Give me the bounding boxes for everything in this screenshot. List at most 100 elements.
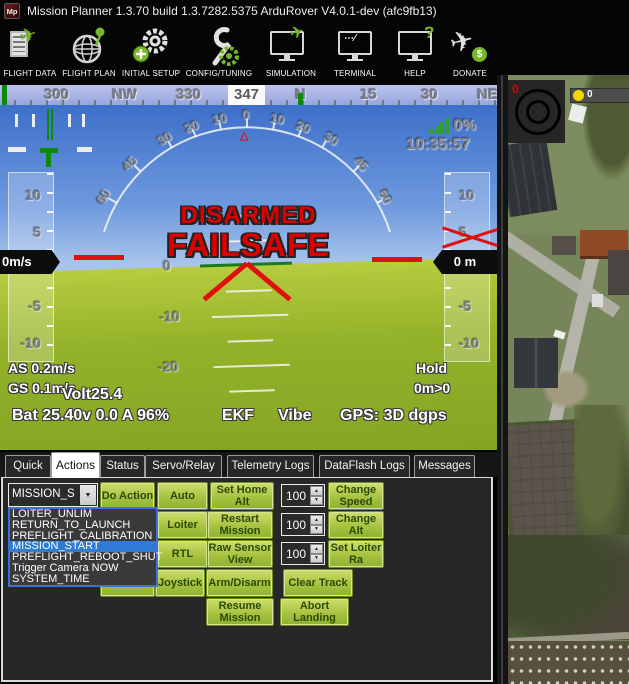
spinner-down-icon[interactable]: ▼ [310,525,323,535]
pitch-label: -10 [159,308,180,325]
alt-tape-label: 10 [459,187,475,203]
simulation-icon: ✈ [262,25,320,69]
do-action-button[interactable]: Do Action [100,482,155,510]
alt-spinner-value: 100 [286,518,306,532]
signal-bars-icon [430,129,434,134]
tab-servo-relay[interactable]: Servo/Relay [145,455,222,477]
voltage-text: Volt25.4 [62,386,122,404]
toolbar-button-flight-plan[interactable]: FLIGHT PLAN [60,25,118,83]
combo-dropdown-arrow-icon[interactable]: ▼ [80,485,96,505]
toolbar-button-donate[interactable]: ✈ $ DONATE [446,25,494,83]
initial-setup-icon [120,25,182,69]
compass-mark: NW [112,86,137,103]
toolbar-button-help[interactable]: ? HELP [396,25,434,83]
roll-label: 10 [269,110,286,127]
arm-disarm-button[interactable]: Arm/Disarm [206,569,273,597]
signal-bars-icon [435,126,439,134]
ekf-indicator[interactable]: EKF [222,407,254,425]
roll-marker-icon: △ [240,129,248,142]
toolbar-button-flight-data[interactable]: ✈ FLIGHT DATA [2,25,58,83]
map-building [608,250,629,295]
compass-mark: 300 [44,86,69,103]
tab-status[interactable]: Status [100,455,145,477]
vibe-indicator[interactable]: Vibe [278,407,312,425]
help-icon: ? [396,25,434,69]
title-bar: Mp Mission Planner 1.3.70 build 1.3.7282… [0,0,629,22]
speed-readout: 0m/s [0,250,60,274]
auto-button[interactable]: Auto [157,482,208,510]
loiter-button[interactable]: Loiter [157,511,208,539]
toolbar-button-terminal[interactable]: ⋯∕ TERMINAL [330,25,380,83]
resume-mission-button[interactable]: Resume Mission [206,598,274,626]
spinner-down-icon[interactable]: ▼ [310,496,323,506]
change-speed-button[interactable]: Change Speed [328,482,384,510]
rtl-button[interactable]: RTL [157,540,208,568]
hud[interactable]: 300 NW 330 N 15 30 NE 347 0 -10 [0,85,497,450]
link-quality: 0% [453,117,476,135]
raw-sensor-view-button[interactable]: Raw Sensor View [207,540,273,568]
loiter-radius-spinner[interactable]: 100 ▲▼ [281,542,325,565]
speed-spinner-value: 100 [286,489,306,503]
compass-left-marker [2,85,7,105]
change-alt-button[interactable]: Change Alt [328,511,384,539]
spinner-up-icon[interactable]: ▲ [310,544,323,554]
compass-mark: 330 [176,86,201,103]
tab-dataflash-logs[interactable]: DataFlash Logs [319,455,410,477]
tab-quick[interactable]: Quick [5,455,51,477]
restart-mission-button[interactable]: Restart Mission [207,511,273,539]
map-house-roof-gray [552,236,576,255]
battery-text: Bat 25.40v 0.0 A 96% [12,407,169,425]
hud-clock: 10:35:57 [406,136,470,154]
donate-icon: ✈ $ [446,25,494,69]
window-title: Mission Planner 1.3.70 build 1.3.7282.53… [27,4,437,18]
map-gauge-overlay: 0 [508,80,565,143]
map-view[interactable]: 0 0 [508,75,629,684]
panel-splitter[interactable] [497,75,508,684]
clear-track-button[interactable]: Clear Track [283,569,353,597]
spinner-up-icon[interactable]: ▲ [310,486,323,496]
action-select-combo[interactable]: MISSION_S ▼ [8,483,98,507]
speed-spinner[interactable]: 100 ▲▼ [281,484,325,507]
roll-label: 0 [242,107,249,122]
speed-tape-label: -5 [29,298,41,314]
tab-messages[interactable]: Messages [414,455,475,477]
toolbar-label: FLIGHT DATA [2,69,58,78]
alt-tape-label: -10 [459,335,479,351]
pitch-label: -20 [158,358,179,375]
attitude-indicator: 0 -10 -20 60 45 30 20 10 0 [0,105,497,450]
airspeed-text: AS 0.2m/s [8,360,75,376]
gauge-inner-ring [526,100,550,124]
toolbar-button-config-tuning[interactable]: CONFIG/TUNING [184,25,254,83]
tab-actions[interactable]: Actions [51,452,100,478]
spinner-up-icon[interactable]: ▲ [310,515,323,525]
wp-distance-text: 0m>0 [414,380,450,396]
signal-bars-icon [440,122,444,134]
set-home-alt-button[interactable]: Set Home Alt [210,482,274,510]
altitude-readout: 0 m [433,250,497,274]
terminal-icon: ⋯∕ [330,25,380,69]
speed-tape-label: 5 [33,224,41,240]
alt-spinner[interactable]: 100 ▲▼ [281,513,325,536]
dropdown-item[interactable]: RETURN_TO_LAUNCH [10,520,156,531]
flightdata-tabbar: Quick Actions Status Servo/Relay Telemet… [0,452,497,477]
toolbar-button-initial-setup[interactable]: INITIAL SETUP [120,25,182,83]
roll-label: 10 [211,110,228,127]
speed-tape-label: -10 [21,335,41,351]
abort-landing-button[interactable]: Abort Landing [280,598,349,626]
dropdown-item[interactable]: SYSTEM_TIME [10,574,156,585]
tab-telemetry-logs[interactable]: Telemetry Logs [227,455,314,477]
toolbar-label: INITIAL SETUP [120,69,182,78]
gps-status-text: GPS: 3D dgps [340,407,447,425]
spinner-down-icon[interactable]: ▼ [310,554,323,564]
speed-tape-label: 10 [25,187,41,203]
toolbar-button-simulation[interactable]: ✈ SIMULATION [262,25,320,83]
map-garden-rows [508,641,629,684]
map-truck [592,294,603,307]
zoom-slider-thumb[interactable] [573,90,584,101]
joystick-button[interactable]: Joystick [155,569,205,597]
toolbar-label: CONFIG/TUNING [184,69,254,78]
toolbar-label: SIMULATION [262,69,320,78]
set-loiter-rad-button[interactable]: Set Loiter Ra [328,540,384,568]
map-zoom-slider[interactable]: 0 [570,88,629,103]
zoom-slider-value: 0 [587,89,593,100]
